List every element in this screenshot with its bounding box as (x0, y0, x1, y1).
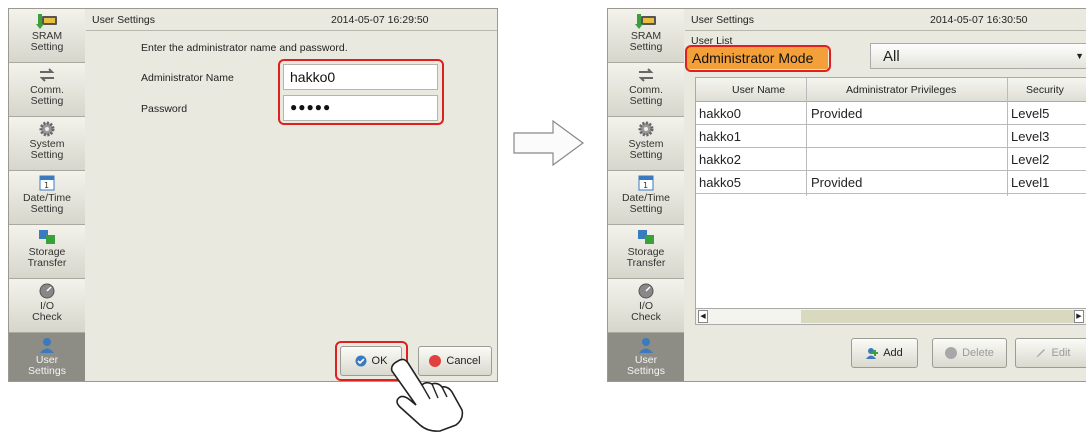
highlight-mode (685, 45, 831, 72)
table-row[interactable]: hakko0 Provided Level5 (696, 102, 1086, 125)
filter-select[interactable]: All ▼ (870, 43, 1086, 69)
sidebar: SRAM Setting Comm. Setting System Settin… (9, 9, 85, 381)
sidebar-item-system[interactable]: System Setting (608, 117, 684, 171)
comm-icon (39, 68, 55, 82)
password-label: Password (141, 103, 188, 115)
sidebar-item-user[interactable]: User Settings (608, 333, 684, 381)
table-row[interactable]: hakko5 Provided Level1 (696, 171, 1086, 194)
gear-icon (638, 121, 654, 137)
storage-icon (638, 230, 654, 244)
title-bar: User Settings 2014-05-07 16:29:50 (86, 9, 497, 31)
page-title: User Settings (92, 14, 156, 26)
table-header: User Name Administrator Privileges Secur… (696, 78, 1086, 102)
svg-text:1: 1 (44, 181, 49, 190)
chevron-down-icon: ▼ (1075, 51, 1084, 61)
sidebar-item-sram[interactable]: SRAM Setting (9, 9, 85, 63)
column-header: Administrator Privileges (846, 84, 957, 96)
column-header: User Name (732, 84, 786, 96)
calendar-icon: 1 (638, 175, 654, 191)
instruction-text: Enter the administrator name and passwor… (141, 42, 348, 54)
table-row[interactable]: hakko1 Level3 (696, 125, 1086, 148)
io-gauge-icon (638, 283, 654, 299)
calendar-icon: 1 (39, 175, 55, 191)
arrow-right-icon (513, 120, 585, 166)
sidebar-item-comm[interactable]: Comm. Setting (608, 63, 684, 117)
sidebar-item-comm[interactable]: Comm. Setting (9, 63, 85, 117)
sidebar-item-storage[interactable]: Storage Transfer (9, 225, 85, 279)
sidebar-item-storage[interactable]: Storage Transfer (608, 225, 684, 279)
scroll-left-icon[interactable]: ◀ (698, 310, 708, 323)
user-icon (40, 338, 54, 353)
sidebar-item-user[interactable]: User Settings (9, 333, 85, 381)
user-icon (639, 338, 653, 353)
horizontal-scrollbar[interactable]: ◀ ▶ (696, 308, 1086, 324)
gear-icon (39, 121, 55, 137)
add-user-icon (866, 348, 879, 359)
svg-text:1: 1 (643, 181, 648, 190)
pencil-icon (1035, 349, 1045, 358)
table-row[interactable]: hakko2 Level2 (696, 148, 1086, 171)
sidebar-item-io[interactable]: I/O Check (9, 279, 85, 333)
sidebar-item-system[interactable]: System Setting (9, 117, 85, 171)
delete-icon (945, 347, 958, 359)
sidebar-item-sram[interactable]: SRAM Setting (608, 9, 684, 63)
sidebar-item-datetime[interactable]: 1 Date/Time Setting (608, 171, 684, 225)
io-gauge-icon (39, 283, 55, 299)
left-screen: SRAM Setting Comm. Setting System Settin… (8, 8, 498, 382)
add-button[interactable]: Add (851, 338, 918, 368)
right-screen: SRAM Setting Comm. Setting System Settin… (607, 8, 1086, 382)
timestamp: 2014-05-07 16:30:50 (930, 14, 1028, 26)
admin-name-label: Administrator Name (141, 72, 234, 84)
user-list-table: User Name Administrator Privileges Secur… (695, 77, 1086, 325)
sram-icon (36, 14, 57, 29)
title-bar: User Settings 2014-05-07 16:30:50 (685, 9, 1086, 31)
scrollbar-thumb[interactable] (801, 310, 1078, 323)
page-title: User Settings (691, 14, 755, 26)
highlight-credentials (278, 59, 444, 125)
storage-icon (39, 230, 55, 244)
sidebar-item-io[interactable]: I/O Check (608, 279, 684, 333)
timestamp: 2014-05-07 16:29:50 (331, 14, 429, 26)
column-header: Security (1026, 84, 1064, 96)
sram-icon (635, 14, 656, 29)
main-panel: User Settings 2014-05-07 16:29:50 Enter … (86, 9, 497, 381)
pointing-hand-icon (390, 358, 464, 432)
sidebar-item-datetime[interactable]: 1 Date/Time Setting (9, 171, 85, 225)
sidebar: SRAM Setting Comm. Setting System Settin… (608, 9, 684, 381)
delete-button[interactable]: Delete (932, 338, 1007, 368)
edit-button[interactable]: Edit (1015, 338, 1086, 368)
comm-icon (638, 68, 654, 82)
main-panel: User Settings 2014-05-07 16:30:50 User L… (685, 9, 1086, 381)
scroll-right-icon[interactable]: ▶ (1074, 310, 1084, 323)
